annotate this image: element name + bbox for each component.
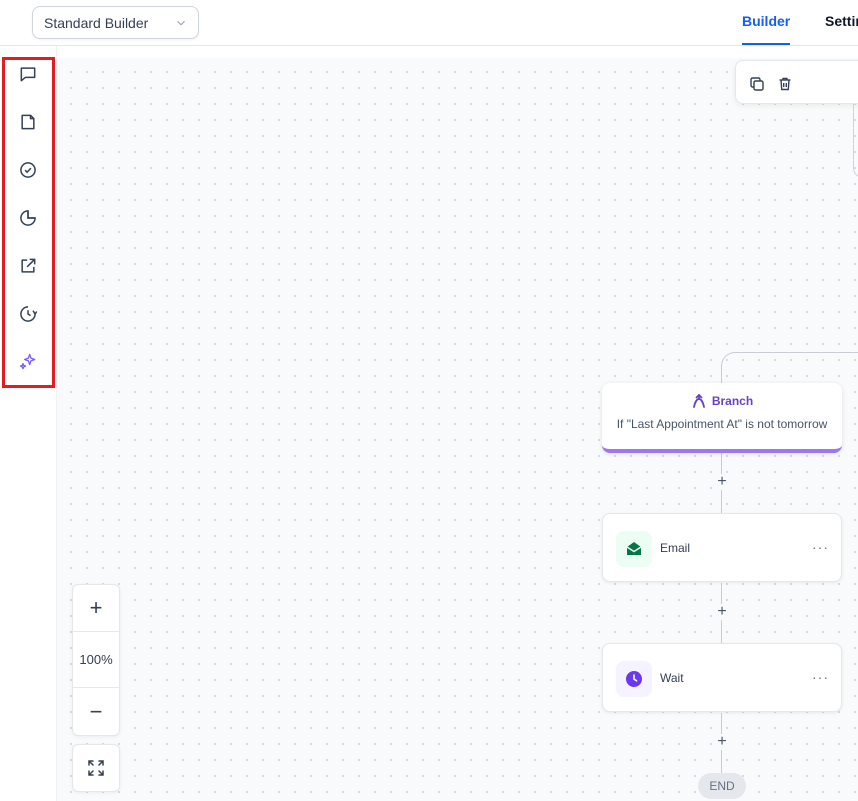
connector-line [853,104,858,178]
branch-title-text: Branch [711,394,754,408]
tab-builder[interactable]: Builder [742,13,790,29]
branch-icon [692,394,705,408]
tab-builder-underline [742,43,790,45]
zoom-in-button[interactable]: + [73,585,119,631]
add-step-button[interactable]: + [714,604,730,620]
builder-type-value: Standard Builder [44,14,149,31]
node-action-toolbar [735,60,858,104]
action-label: Email [660,541,691,555]
document-icon[interactable] [16,110,40,134]
zoom-out-button[interactable]: − [73,689,119,735]
clock-icon [626,671,642,687]
email-icon-tile [616,531,652,567]
external-link-icon[interactable] [16,254,40,278]
branch-node[interactable]: Branch If "Last Appointment At" is not t… [602,383,842,453]
divider [73,631,119,632]
more-options-button[interactable]: ··· [812,539,829,555]
trash-icon[interactable] [777,76,793,92]
more-options-button[interactable]: ··· [812,669,829,685]
chevron-down-icon [177,20,185,26]
history-icon[interactable] [16,302,40,326]
builder-type-select[interactable]: Standard Builder [32,6,199,39]
zoom-controls: + 100% − [72,584,120,736]
check-circle-icon[interactable] [16,158,40,182]
email-action-node[interactable]: Email ··· [602,513,842,582]
add-step-button[interactable]: + [714,474,730,490]
copy-icon[interactable] [749,76,765,92]
tab-settings[interactable]: Settin [825,13,858,29]
fit-view-button[interactable] [72,744,120,792]
ai-sparkle-icon[interactable] [16,350,40,374]
wait-icon-tile [616,661,652,697]
expand-icon [88,760,104,776]
email-icon [626,542,642,555]
branch-condition: If "Last Appointment At" is not tomorrow [616,417,828,431]
top-bar: Standard Builder Builder Settin [0,0,858,46]
pie-chart-icon[interactable] [16,206,40,230]
end-marker: END [698,773,746,799]
branch-node-title: Branch [602,393,842,409]
wait-action-node[interactable]: Wait ··· [602,643,842,712]
divider [73,687,119,688]
action-label: Wait [660,671,684,685]
chat-icon[interactable] [16,62,40,86]
zoom-level: 100% [79,652,113,667]
add-step-button[interactable]: + [714,734,730,750]
